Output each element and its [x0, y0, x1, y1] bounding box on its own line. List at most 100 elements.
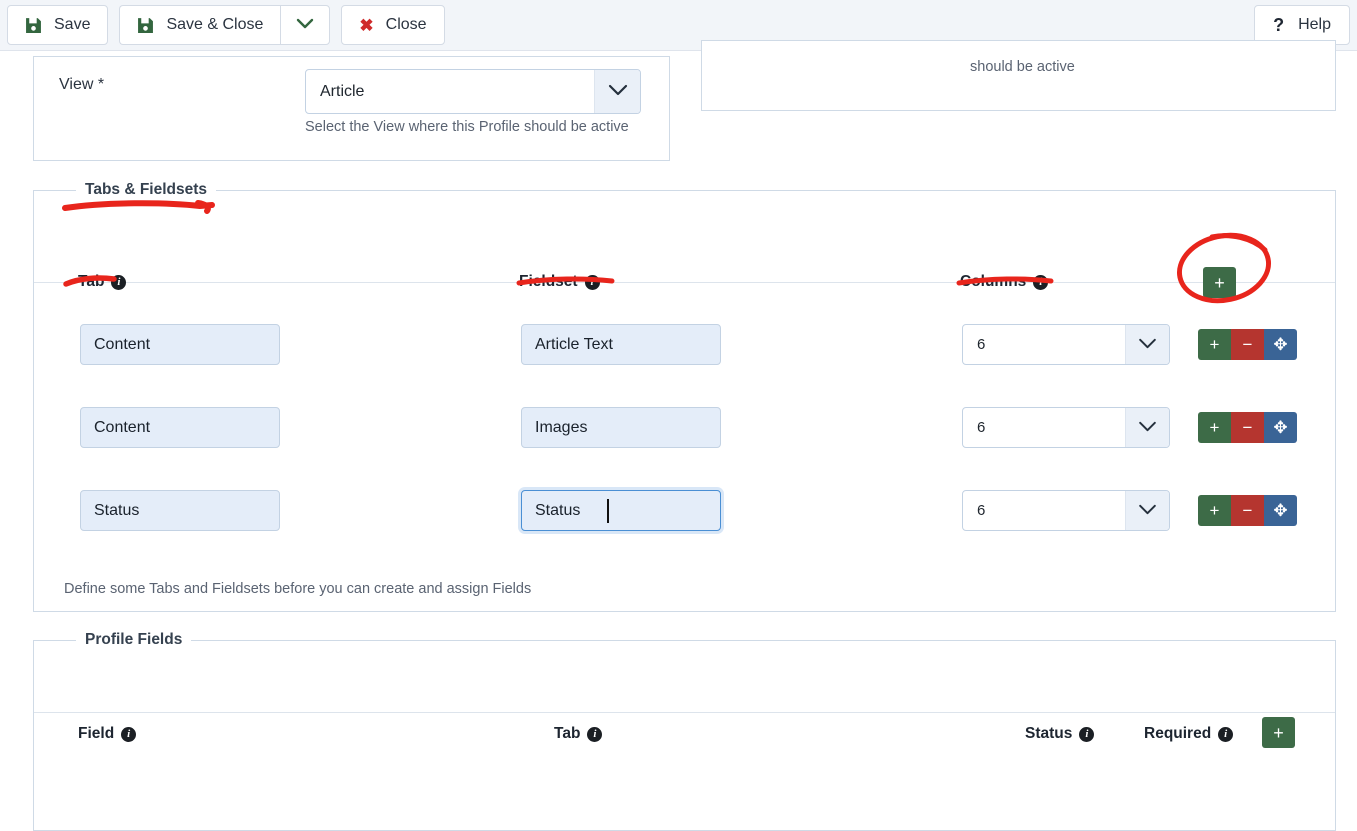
- chevron-down-icon: [1138, 419, 1157, 437]
- view-select[interactable]: Article: [305, 69, 641, 114]
- info-icon[interactable]: i: [1079, 726, 1095, 742]
- add-profile-field-button[interactable]: +: [1262, 717, 1295, 748]
- move-row-handle[interactable]: ✥: [1264, 495, 1297, 526]
- info-icon[interactable]: i: [1218, 726, 1234, 742]
- column-header-field-label: Field: [78, 725, 115, 742]
- row-fieldset-input[interactable]: [521, 407, 721, 448]
- floppy-disk-icon: [25, 17, 42, 34]
- chevron-down-icon: [296, 16, 314, 34]
- info-icon[interactable]: i: [584, 274, 600, 290]
- table-row: 6 + − ✥: [34, 407, 1335, 459]
- profile-fields-legend: Profile Fields: [85, 631, 183, 648]
- question-mark-icon: ?: [1273, 15, 1285, 35]
- profile-table-header-rule: [34, 711, 1335, 713]
- view-panel: View * Article Select the View where thi…: [33, 56, 670, 161]
- column-header-tab-label: Tab: [554, 725, 581, 742]
- save-close-button-group: Save & Close: [119, 5, 331, 45]
- secondary-panel: should be active: [701, 40, 1336, 111]
- column-header-tab: Tab i: [554, 725, 603, 743]
- column-header-required-label: Required: [1144, 725, 1212, 742]
- close-button[interactable]: ✖ Close: [341, 5, 445, 45]
- row-columns-caret[interactable]: [1125, 325, 1169, 364]
- column-header-required: Required i: [1144, 725, 1234, 743]
- add-row-button[interactable]: +: [1198, 329, 1231, 360]
- tabs-fieldsets-legend: Tabs & Fieldsets: [85, 181, 208, 198]
- plus-icon: +: [1209, 335, 1220, 354]
- column-header-field: Field i: [78, 725, 137, 743]
- info-icon[interactable]: i: [587, 726, 603, 742]
- remove-row-button[interactable]: −: [1231, 329, 1264, 360]
- row-fieldset-input[interactable]: [521, 324, 721, 365]
- chevron-down-icon: [608, 83, 628, 101]
- info-icon[interactable]: i: [1033, 274, 1049, 290]
- save-and-close-button-label: Save & Close: [166, 16, 264, 33]
- move-row-handle[interactable]: ✥: [1264, 412, 1297, 443]
- toolbar-left-group: Save Save & Close ✖ Close: [7, 5, 445, 45]
- row-tab-input[interactable]: [80, 490, 280, 531]
- save-and-close-button[interactable]: Save & Close: [119, 5, 281, 45]
- chevron-down-icon: [1138, 502, 1157, 520]
- add-row-button[interactable]: +: [1198, 495, 1231, 526]
- chevron-down-icon: [1138, 336, 1157, 354]
- column-header-columns: Columns i: [960, 273, 1049, 291]
- secondary-panel-text: should be active: [970, 59, 1075, 75]
- row-columns-caret[interactable]: [1125, 408, 1169, 447]
- text-caret: [607, 499, 609, 523]
- move-arrows-icon: ✥: [1273, 418, 1288, 437]
- tabs-table-header-rule: [34, 281, 1335, 283]
- add-row-button-header[interactable]: +: [1203, 267, 1236, 298]
- view-field-label: View *: [59, 76, 105, 93]
- plus-icon: +: [1209, 418, 1220, 437]
- row-columns-select[interactable]: 6: [962, 490, 1170, 531]
- row-tab-input[interactable]: [80, 407, 280, 448]
- column-header-status-label: Status: [1025, 725, 1073, 742]
- save-button[interactable]: Save: [7, 5, 109, 45]
- row-fieldset-input-focused[interactable]: [521, 490, 721, 531]
- row-columns-value: 6: [977, 336, 986, 353]
- save-options-dropdown-button[interactable]: [280, 5, 331, 45]
- minus-icon: −: [1242, 335, 1253, 354]
- move-row-handle[interactable]: ✥: [1264, 329, 1297, 360]
- info-icon[interactable]: i: [121, 726, 137, 742]
- plus-icon: +: [1273, 722, 1284, 743]
- column-header-columns-label: Columns: [960, 273, 1027, 290]
- column-header-status: Status i: [1025, 725, 1095, 743]
- row-columns-select[interactable]: 6: [962, 324, 1170, 365]
- move-arrows-icon: ✥: [1273, 501, 1288, 520]
- row-action-group: + − ✥: [1198, 329, 1297, 360]
- help-button[interactable]: ? Help: [1254, 5, 1350, 45]
- help-button-label: Help: [1298, 16, 1331, 33]
- table-row: 6 + − ✥: [34, 324, 1335, 376]
- x-icon: ✖: [359, 15, 374, 35]
- plus-icon: +: [1209, 501, 1220, 520]
- plus-icon: +: [1214, 272, 1225, 293]
- move-arrows-icon: ✥: [1273, 335, 1288, 354]
- row-columns-select[interactable]: 6: [962, 407, 1170, 448]
- row-action-group: + − ✥: [1198, 412, 1297, 443]
- info-icon[interactable]: i: [111, 274, 127, 290]
- view-select-value: Article: [320, 82, 365, 100]
- save-button-label: Save: [54, 16, 91, 33]
- row-columns-caret[interactable]: [1125, 491, 1169, 530]
- floppy-disk-icon: [137, 17, 154, 34]
- column-header-tab-label: Tab: [78, 273, 105, 290]
- minus-icon: −: [1242, 501, 1253, 520]
- row-columns-value: 6: [977, 419, 986, 436]
- row-tab-input[interactable]: [80, 324, 280, 365]
- profile-fields-section: Profile Fields Field i Tab i Status i Re…: [33, 631, 1336, 831]
- column-header-tab: Tab i: [78, 273, 127, 291]
- toolbar-right-group: ? Help: [1254, 5, 1350, 45]
- tabs-fieldsets-hint: Define some Tabs and Fieldsets before yo…: [64, 581, 532, 597]
- column-header-fieldset: Fieldset i: [519, 273, 600, 291]
- add-row-button[interactable]: +: [1198, 412, 1231, 443]
- view-help-text: Select the View where this Profile shoul…: [305, 119, 629, 135]
- row-action-group: + − ✥: [1198, 495, 1297, 526]
- close-button-label: Close: [385, 16, 427, 33]
- remove-row-button[interactable]: −: [1231, 412, 1264, 443]
- tabs-fieldsets-section: Tabs & Fieldsets Tab i Fieldset i Column…: [33, 181, 1336, 612]
- table-row: 6 + − ✥: [34, 490, 1335, 542]
- view-select-caret[interactable]: [594, 70, 640, 113]
- remove-row-button[interactable]: −: [1231, 495, 1264, 526]
- column-header-fieldset-label: Fieldset: [519, 273, 578, 290]
- row-columns-value: 6: [977, 502, 986, 519]
